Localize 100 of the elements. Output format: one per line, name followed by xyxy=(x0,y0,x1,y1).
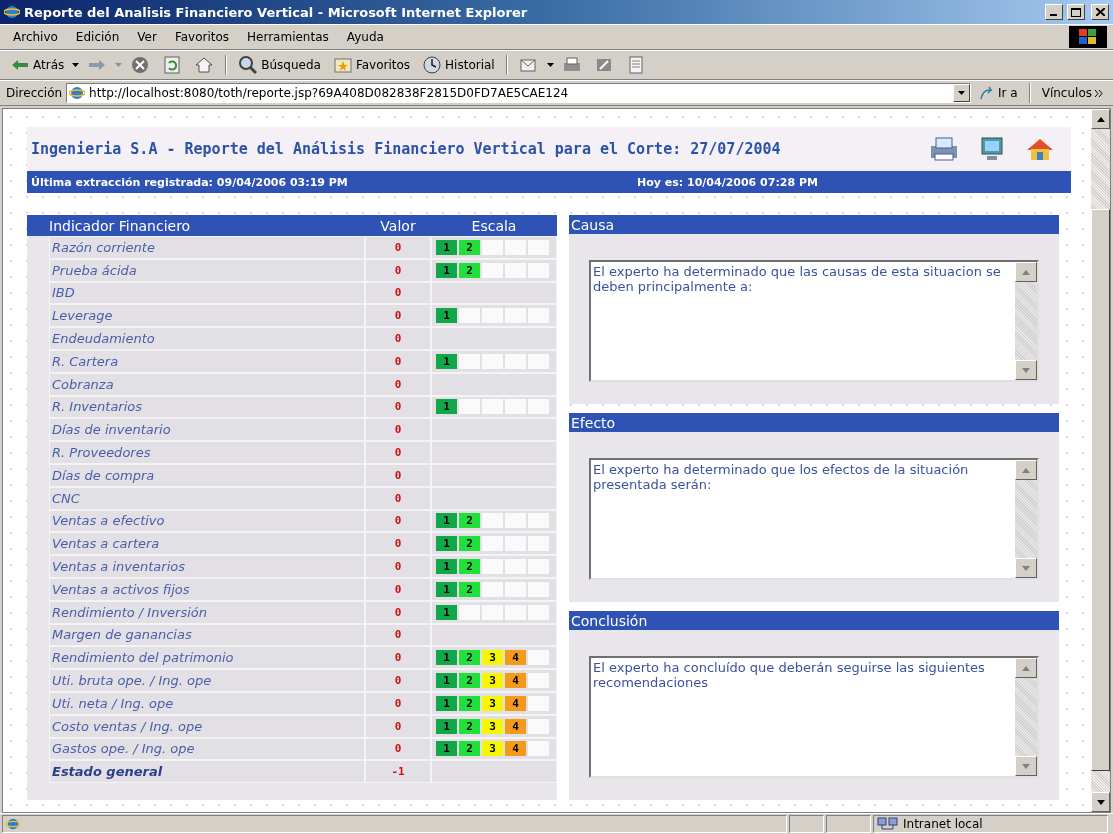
indicator-name: Cobranza xyxy=(49,372,365,396)
empty-scale-step xyxy=(505,513,526,529)
empty-scale-step xyxy=(528,239,549,255)
value-cell: 0 xyxy=(365,714,431,738)
scale-step: 3 xyxy=(482,695,503,711)
value-cell: 0 xyxy=(365,463,431,487)
back-button[interactable]: Atrás xyxy=(6,53,69,77)
empty-scale-step xyxy=(528,353,549,369)
menu-item[interactable]: Herramientas xyxy=(240,28,336,46)
value-cell: 0 xyxy=(365,395,431,419)
empty-scale-step xyxy=(528,673,549,689)
scale-step: 2 xyxy=(459,718,480,734)
indicator-name: Rendimiento del patrimonio xyxy=(49,646,365,670)
indicator-name: Razón corriente xyxy=(49,236,365,259)
indicator-name: R. Proveedores xyxy=(49,441,365,464)
favorites-icon xyxy=(332,55,353,75)
scale-step: 3 xyxy=(482,650,503,666)
caret-icon[interactable] xyxy=(72,63,80,67)
value-cell: 0 xyxy=(365,441,431,464)
printer-icon[interactable] xyxy=(929,136,959,162)
value-cell: 0 xyxy=(365,509,431,533)
maximize-icon xyxy=(1071,7,1081,17)
menu-item[interactable]: Ver xyxy=(130,28,164,46)
scale-step: 2 xyxy=(459,239,480,255)
scale-step: 1 xyxy=(436,718,457,734)
empty-scale-step xyxy=(482,239,503,255)
empty-scale-step xyxy=(528,718,549,734)
toolbar-button[interactable]: Favoritos xyxy=(328,53,415,77)
panel-title: Causa xyxy=(569,215,1059,234)
history-icon xyxy=(422,55,443,75)
menu-item[interactable]: Ayuda xyxy=(339,28,391,46)
indicator-name: Ventas a cartera xyxy=(49,532,365,556)
column-header: Indicador Financiero xyxy=(49,217,192,234)
empty-scale-step xyxy=(505,399,526,415)
scale-step: 4 xyxy=(505,695,526,711)
menu-item[interactable]: Edición xyxy=(68,28,127,46)
scale-step: 2 xyxy=(459,673,480,689)
windows-logo-icon xyxy=(1069,26,1107,48)
globe-icon xyxy=(4,4,20,20)
value-cell: 0 xyxy=(365,350,431,373)
panel-title: Efecto xyxy=(569,413,1059,432)
empty-scale-step xyxy=(528,581,549,597)
scale-step: 2 xyxy=(459,581,480,597)
page-scrollbar[interactable] xyxy=(1091,109,1110,812)
value-cell: 0 xyxy=(365,281,431,305)
empty-scale-step xyxy=(482,536,503,552)
status-pane xyxy=(826,815,871,833)
maximize-button[interactable] xyxy=(1067,4,1085,20)
empty-scale-step xyxy=(482,262,503,278)
indicator-name: CNC xyxy=(49,486,365,510)
scale-step: 1 xyxy=(436,399,457,415)
menu-item[interactable]: Favoritos xyxy=(167,28,237,46)
scale-step: 1 xyxy=(436,513,457,529)
empty-scale-step xyxy=(482,513,503,529)
chevron-icon xyxy=(1095,89,1103,97)
house-icon[interactable] xyxy=(1025,136,1055,162)
scale-step: 2 xyxy=(459,536,480,552)
monitor-icon[interactable] xyxy=(979,136,1005,162)
empty-scale-step xyxy=(505,308,526,324)
globe-icon xyxy=(6,817,20,831)
empty-scale-step xyxy=(459,353,480,369)
caret-icon[interactable] xyxy=(546,63,554,67)
indicator-name: Endeudamiento xyxy=(49,327,365,350)
indicator-name: Uti. neta / Ing. ope xyxy=(49,691,365,715)
scale-step: 2 xyxy=(459,650,480,666)
indicator-name: IBD xyxy=(49,281,365,305)
indicator-name: Costo ventas / Ing. ope xyxy=(49,714,365,738)
report-title: Ingenieria S.A - Reporte del Análisis Financiero Vertical para el Corte: 27/07/2004 xyxy=(31,140,782,158)
empty-scale-step xyxy=(505,581,526,597)
empty-scale-step xyxy=(459,308,480,324)
minimize-button[interactable] xyxy=(1045,4,1063,20)
empty-scale-step xyxy=(459,604,480,620)
address-field[interactable]: http://localhost:8080/toth/reporte.jsp?69A408D082838F2815D0FD7AE5CAE124 xyxy=(66,83,972,103)
toolbar-button[interactable]: Historial xyxy=(418,53,499,77)
scale-step: 1 xyxy=(436,353,457,369)
go-button[interactable]: Ir a xyxy=(975,81,1022,105)
refresh-icon xyxy=(162,55,183,75)
links-button[interactable]: Vínculos xyxy=(1037,81,1107,105)
indicator-name: R. Cartera xyxy=(49,350,365,373)
empty-scale-step xyxy=(482,308,503,324)
dropdown-button[interactable] xyxy=(953,84,971,102)
indicator-name: R. Inventarios xyxy=(49,395,365,419)
empty-scale-step xyxy=(505,559,526,575)
empty-scale-step xyxy=(505,239,526,255)
empty-scale-step xyxy=(459,399,480,415)
indicator-name: Días de compra xyxy=(49,463,365,487)
value-cell: 0 xyxy=(365,600,431,624)
empty-scale-step xyxy=(528,262,549,278)
empty-scale-step xyxy=(528,695,549,711)
empty-scale-step xyxy=(528,399,549,415)
indicator-name: Margen de ganancias xyxy=(49,623,365,647)
toolbar-button[interactable]: Búsqueda xyxy=(234,53,325,77)
scale-step: 1 xyxy=(436,741,457,757)
value-cell: 0 xyxy=(365,258,431,282)
caret-icon xyxy=(958,91,966,95)
indicator-name: Ventas a inventarios xyxy=(49,555,365,578)
scale-step: 1 xyxy=(436,581,457,597)
menu-item[interactable]: Archivo xyxy=(6,28,65,46)
scale-step: 1 xyxy=(436,536,457,552)
close-button[interactable] xyxy=(1091,4,1109,20)
